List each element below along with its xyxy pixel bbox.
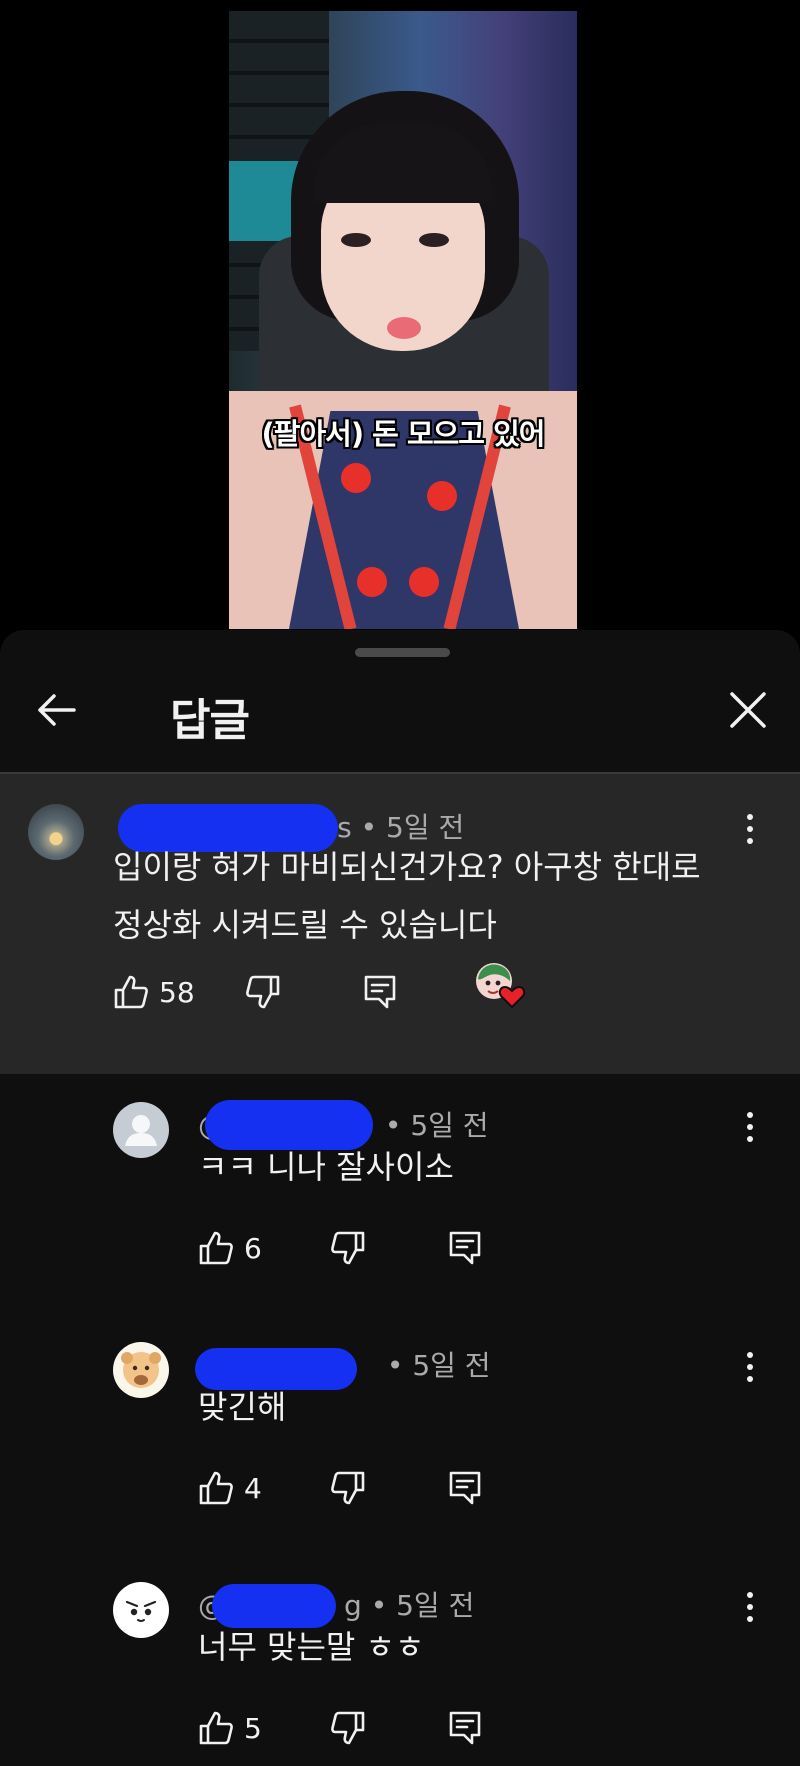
reply-button[interactable]	[448, 1226, 482, 1270]
dislike-button[interactable]	[330, 1706, 366, 1750]
sheet-header: 답글	[0, 670, 800, 752]
more-vertical-icon	[747, 1112, 753, 1118]
more-vertical-icon	[747, 1352, 753, 1358]
more-options-button[interactable]	[730, 1102, 770, 1152]
avatar[interactable]	[113, 1342, 169, 1398]
reply-comment: @ • 5일 전 맞긴해 4	[0, 1314, 800, 1554]
replies-sheet: 답글 -s • 5일 전 입이랑 혀가 마비되신건가요? 아구창 한대로 정상화…	[0, 630, 800, 1766]
comment-text: 맞긴해	[198, 1388, 287, 1426]
video-player[interactable]: (팔아서) 돈 모으고 있어	[229, 11, 577, 629]
video-eye	[341, 233, 371, 247]
close-button[interactable]	[720, 682, 776, 738]
reply-icon	[449, 1471, 481, 1505]
comment-text-line: 정상화 시켜드릴 수 있습니다	[113, 906, 497, 944]
more-options-button[interactable]	[730, 1342, 770, 1392]
thumb-down-icon	[331, 1471, 365, 1505]
more-vertical-icon	[747, 1592, 753, 1598]
reply-button[interactable]	[448, 1466, 482, 1510]
like-count: 6	[244, 1231, 262, 1265]
parent-comment: -s • 5일 전 입이랑 혀가 마비되신건가요? 아구창 한대로 정상화 시켜…	[0, 774, 800, 1074]
dislike-button[interactable]	[245, 970, 281, 1014]
like-count: 5	[244, 1711, 262, 1745]
video-background-accent	[229, 161, 299, 241]
drag-handle[interactable]	[355, 648, 450, 657]
thumb-up-icon	[199, 1231, 233, 1265]
reply-button[interactable]	[363, 970, 397, 1014]
avatar[interactable]	[113, 1582, 169, 1638]
reply-button[interactable]	[448, 1706, 482, 1750]
sheet-title: 답글	[170, 695, 250, 746]
video-knot	[357, 567, 387, 597]
avatar[interactable]	[113, 1102, 169, 1158]
video-knot	[341, 463, 371, 493]
video-eye	[419, 233, 449, 247]
video-lips	[387, 317, 421, 339]
reply-comment: @g • 5일 전 너무 맞는말 ㅎㅎ 5	[0, 1554, 800, 1766]
like-button[interactable]: 4	[198, 1466, 262, 1510]
reply-icon	[449, 1711, 481, 1745]
dislike-button[interactable]	[330, 1466, 366, 1510]
like-button[interactable]: 6	[198, 1226, 262, 1270]
comment-text: 너무 맞는말 ㅎㅎ	[198, 1628, 425, 1666]
thumb-up-icon	[199, 1471, 233, 1505]
close-icon	[730, 692, 766, 728]
reply-comment: @ • 5일 전 ㅋㅋ 니나 잘사이소 6	[0, 1074, 800, 1314]
like-count: 58	[159, 975, 195, 1009]
avatar[interactable]	[28, 804, 84, 860]
video-knot	[427, 481, 457, 511]
creator-heart-icon	[476, 963, 526, 1009]
comment-time: • 5일 전	[386, 1349, 491, 1382]
creator-heart	[474, 963, 526, 1009]
video-knot	[409, 567, 439, 597]
thumb-up-icon	[199, 1711, 233, 1745]
like-button[interactable]: 58	[113, 970, 195, 1014]
video-area[interactable]: (팔아서) 돈 모으고 있어	[0, 0, 800, 630]
comment-text-line: 입이랑 혀가 마비되신건가요? 아구창 한대로	[113, 848, 701, 886]
reply-icon	[364, 975, 396, 1009]
reply-icon	[449, 1231, 481, 1265]
thumb-up-icon	[114, 975, 148, 1009]
thumb-down-icon	[246, 975, 280, 1009]
more-vertical-icon	[747, 814, 753, 820]
thumb-down-icon	[331, 1231, 365, 1265]
arrow-left-icon	[38, 694, 76, 726]
more-options-button[interactable]	[730, 804, 770, 854]
thumb-down-icon	[331, 1711, 365, 1745]
more-options-button[interactable]	[730, 1582, 770, 1632]
like-button[interactable]: 5	[198, 1706, 262, 1750]
comment-text: ㅋㅋ 니나 잘사이소	[198, 1148, 454, 1186]
video-subtitle: (팔아서) 돈 모으고 있어	[261, 417, 546, 451]
dislike-button[interactable]	[330, 1226, 366, 1270]
back-button[interactable]	[28, 682, 84, 738]
like-count: 4	[244, 1471, 262, 1505]
